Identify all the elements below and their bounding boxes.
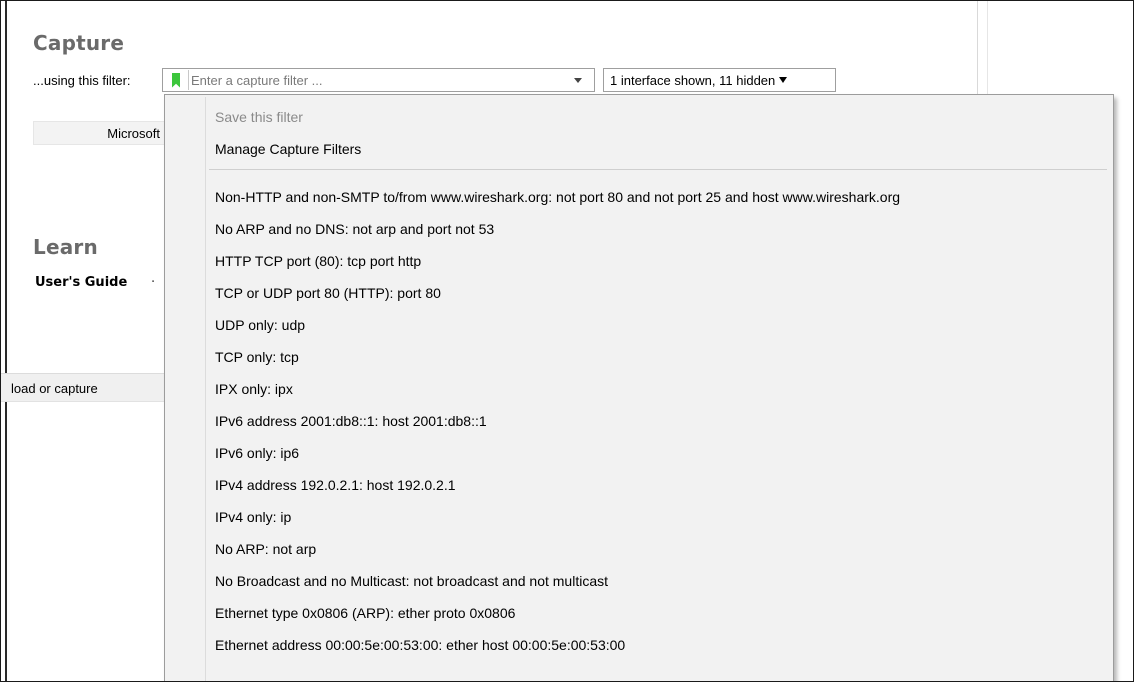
chevron-down-icon: [779, 77, 788, 83]
interface-list-item[interactable]: Microsoft: [33, 121, 167, 145]
menu-item-filter[interactable]: IPv4 only: ip: [207, 501, 1107, 533]
menu-separator: [209, 169, 1107, 170]
menu-item-filter[interactable]: IPX only: ipx: [207, 373, 1107, 405]
menu-item-filter[interactable]: IPv6 only: ip6: [207, 437, 1107, 469]
menu-item-filter[interactable]: TCP or UDP port 80 (HTTP): port 80: [207, 277, 1107, 309]
users-guide-link[interactable]: User's Guide: [35, 275, 127, 290]
menu-item-filter[interactable]: Ethernet type 0x0806 (ARP): ether proto …: [207, 597, 1107, 629]
interface-name: Microsoft: [107, 125, 160, 141]
menu-item-filter[interactable]: IPv6 address 2001:db8::1: host 2001:db8:…: [207, 405, 1107, 437]
menu-item-save-filter[interactable]: Save this filter: [207, 101, 1107, 133]
bookmark-shape: [172, 72, 180, 88]
window-left-edge: [5, 1, 7, 681]
chevron-down-icon[interactable]: [574, 78, 582, 83]
interfaces-shown-label: 1 interface shown, 11 hidden: [610, 72, 776, 88]
menu-item-filter[interactable]: No ARP: not arp: [207, 533, 1107, 565]
menu-item-filter[interactable]: TCP only: tcp: [207, 341, 1107, 373]
wireshark-welcome-window: Capture ...using this filter: 1 interfac…: [0, 0, 1134, 682]
capture-heading: Capture: [33, 31, 125, 55]
menu-item-manage-filters[interactable]: Manage Capture Filters: [207, 133, 1107, 165]
status-divider: [1, 401, 166, 402]
menu-item-filter[interactable]: No Broadcast and no Multicast: not broad…: [207, 565, 1107, 597]
filter-label: ...using this filter:: [33, 73, 131, 88]
menu-item-filter[interactable]: Non-HTTP and non-SMTP to/from www.wiresh…: [207, 181, 1107, 213]
capture-filter-combobox[interactable]: [162, 68, 595, 92]
capture-filter-input[interactable]: [191, 70, 561, 90]
capture-filter-menu: Save this filter Manage Capture Filters …: [164, 94, 1114, 681]
bookmark-icon[interactable]: [164, 70, 189, 90]
interfaces-shown-button[interactable]: 1 interface shown, 11 hidden: [603, 68, 836, 92]
menu-item-filter[interactable]: IPv4 address 192.0.2.1: host 192.0.2.1: [207, 469, 1107, 501]
menu-icon-gutter: [167, 97, 206, 681]
link-separator: ·: [151, 275, 156, 290]
status-text: load or capture: [11, 381, 98, 396]
menu-item-filter[interactable]: HTTP TCP port (80): tcp port http: [207, 245, 1107, 277]
menu-item-filter[interactable]: UDP only: udp: [207, 309, 1107, 341]
learn-heading: Learn: [33, 235, 98, 259]
menu-item-filter[interactable]: No ARP and no DNS: not arp and port not …: [207, 213, 1107, 245]
menu-item-filter[interactable]: Ethernet address 00:00:5e:00:53:00: ethe…: [207, 629, 1107, 661]
